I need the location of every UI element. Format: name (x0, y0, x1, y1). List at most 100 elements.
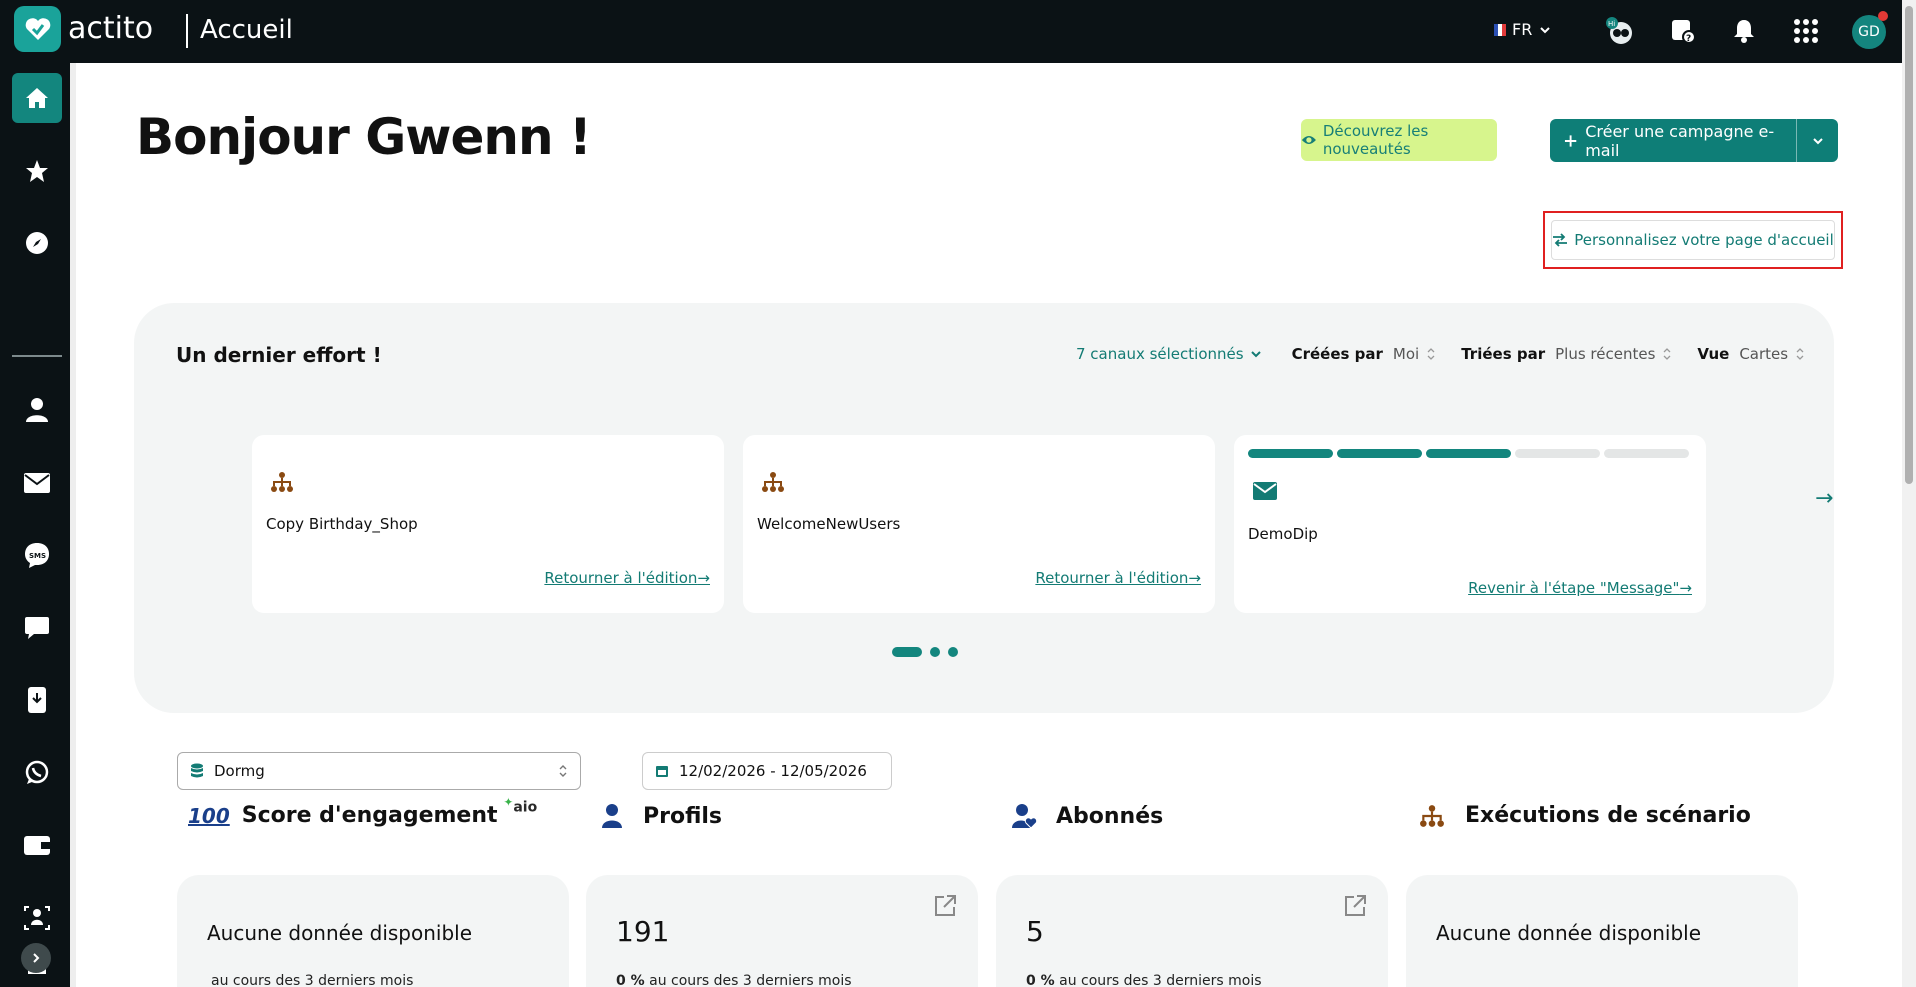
kpi-engagement-header: 100 Score d'engagement ✦aio (188, 795, 537, 828)
external-link-icon[interactable] (932, 893, 958, 923)
top-bar: actito Accueil FR Hi ? GD (0, 0, 1916, 63)
sort-arrows-icon (1427, 348, 1435, 360)
create-campaign-main[interactable]: Créer une campagne e-mail (1550, 122, 1796, 160)
arrow-right-icon: → (697, 569, 710, 587)
star-icon[interactable] (12, 146, 62, 196)
notification-dot (1878, 11, 1888, 21)
scenario-icon (1420, 804, 1444, 827)
sliders-icon (1553, 233, 1568, 247)
sms-icon[interactable]: SMS (12, 530, 62, 580)
title-separator (186, 14, 188, 48)
customize-homepage-label: Personnalisez votre page d'accueil (1574, 231, 1834, 249)
svg-text:SMS: SMS (29, 552, 46, 560)
customize-homepage-button[interactable]: Personnalisez votre page d'accueil (1551, 220, 1835, 260)
view-value: Cartes (1739, 345, 1789, 363)
carousel-dot-active[interactable] (892, 647, 922, 657)
create-campaign-dropdown[interactable] (1796, 119, 1838, 162)
compass-icon[interactable] (12, 218, 62, 268)
create-campaign-label: Créer une campagne e-mail (1585, 121, 1775, 160)
customize-highlight: Personnalisez votre page d'accueil (1543, 211, 1843, 269)
channels-filter[interactable]: 7 canaux sélectionnés (1076, 345, 1262, 363)
scenario-icon (761, 471, 785, 497)
sidebar-expand-button[interactable] (21, 943, 51, 973)
create-campaign-button[interactable]: Créer une campagne e-mail (1550, 119, 1838, 162)
scrollbar-thumb[interactable] (1905, 6, 1913, 484)
progress-step (1604, 449, 1689, 458)
svg-text:?: ? (1686, 34, 1691, 44)
language-selector[interactable]: FR (1494, 20, 1552, 39)
kpi-sub: au cours des 3 derniers mois (211, 973, 414, 987)
home-icon[interactable] (12, 73, 62, 123)
sparkle-icon: ✦ (503, 795, 514, 810)
team-icon[interactable] (12, 893, 62, 943)
database-select[interactable]: Dormg (177, 752, 581, 790)
kpi-title: Exécutions de scénario (1465, 803, 1751, 828)
date-range-value: 12/02/2026 - 12/05/2026 (679, 762, 867, 780)
news-button-label: Découvrez les nouveautés (1322, 122, 1429, 158)
svg-text:Hi: Hi (1608, 20, 1615, 28)
draft-card-name: Copy Birthday_Shop (266, 515, 418, 533)
created-by-filter[interactable]: Créées par Moi (1292, 345, 1436, 363)
kpi-profiles-header: Profils (601, 803, 722, 829)
kpi-sub: 0 % au cours des 3 derniers mois (1026, 973, 1262, 987)
draft-card[interactable]: DemoDip Revenir à l'étape "Message"→ (1234, 435, 1706, 613)
progress-step (1248, 449, 1333, 458)
hundred-icon: 100 (188, 803, 230, 828)
chevron-right-icon (33, 953, 40, 963)
sidebar-divider (12, 355, 62, 357)
page-section-title: Accueil (200, 15, 293, 45)
kpi-value: 5 (1026, 915, 1044, 948)
subscriber-icon (1012, 804, 1038, 829)
news-button[interactable]: Découvrez les nouveautés (1301, 119, 1497, 161)
kpi-profiles-card: 191 0 % au cours des 3 derniers mois (586, 875, 978, 987)
chat-icon[interactable] (12, 603, 62, 653)
database-icon (191, 763, 203, 778)
carousel-dot[interactable] (930, 647, 940, 657)
date-range-picker[interactable]: 12/02/2026 - 12/05/2026 (642, 752, 892, 790)
actito-logo-icon[interactable] (14, 6, 61, 52)
progress-step (1426, 449, 1511, 458)
page-title: Bonjour Gwenn ! (136, 108, 592, 166)
progress-step (1515, 449, 1600, 458)
draft-card-link[interactable]: Retourner à l'édition→ (1035, 569, 1201, 587)
mobile-push-icon[interactable] (12, 675, 62, 725)
draft-card[interactable]: WelcomeNewUsers Retourner à l'édition→ (743, 435, 1215, 613)
sidebar: SMS (0, 63, 72, 987)
panel-title: Un dernier effort ! (176, 343, 382, 367)
person-icon (602, 804, 622, 828)
apps-grid-icon[interactable] (1789, 14, 1823, 48)
view-filter[interactable]: Vue Cartes (1697, 345, 1804, 363)
eye-icon (1301, 136, 1316, 144)
panel-filters: 7 canaux sélectionnés Créées par Moi Tri… (1076, 345, 1830, 363)
mascot-icon[interactable]: Hi (1602, 14, 1636, 48)
draft-card-link[interactable]: Revenir à l'étape "Message"→ (1468, 579, 1692, 597)
sorted-by-label: Triées par (1461, 345, 1546, 363)
kpi-scenario-card: Aucune donnée disponible (1406, 875, 1798, 987)
kpi-sub: 0 % au cours des 3 derniers mois (616, 973, 852, 987)
draft-card-link[interactable]: Retourner à l'édition→ (544, 569, 710, 587)
bell-icon[interactable] (1727, 14, 1761, 48)
brand-name: actito (68, 11, 154, 46)
sort-arrows-icon (559, 765, 567, 777)
carousel-dot[interactable] (948, 647, 958, 657)
carousel-next-arrow-icon[interactable]: → (1815, 486, 1833, 511)
progress-step (1337, 449, 1422, 458)
page-scrollbar[interactable] (1902, 0, 1916, 987)
wallet-icon[interactable] (12, 820, 62, 870)
user-icon[interactable] (12, 385, 62, 435)
progress-steps (1248, 449, 1689, 458)
external-link-icon[interactable] (1342, 893, 1368, 923)
language-label: FR (1512, 20, 1533, 39)
whatsapp-icon[interactable] (12, 748, 62, 798)
mail-icon[interactable] (12, 458, 62, 508)
main-content: Bonjour Gwenn ! Découvrez les nouveautés… (76, 63, 1902, 987)
kpi-subscribers-card: 5 0 % au cours des 3 derniers mois (996, 875, 1388, 987)
help-chat-icon[interactable]: ? (1666, 14, 1700, 48)
view-label: Vue (1697, 345, 1730, 363)
draft-card[interactable]: Copy Birthday_Shop Retourner à l'édition… (252, 435, 724, 613)
kpi-title: Profils (643, 803, 723, 829)
sorted-by-filter[interactable]: Triées par Plus récentes (1461, 345, 1671, 363)
flag-fr-icon (1494, 23, 1506, 36)
sorted-by-value: Plus récentes (1555, 345, 1656, 363)
recent-drafts-panel: Un dernier effort ! 7 canaux sélectionné… (134, 303, 1834, 713)
